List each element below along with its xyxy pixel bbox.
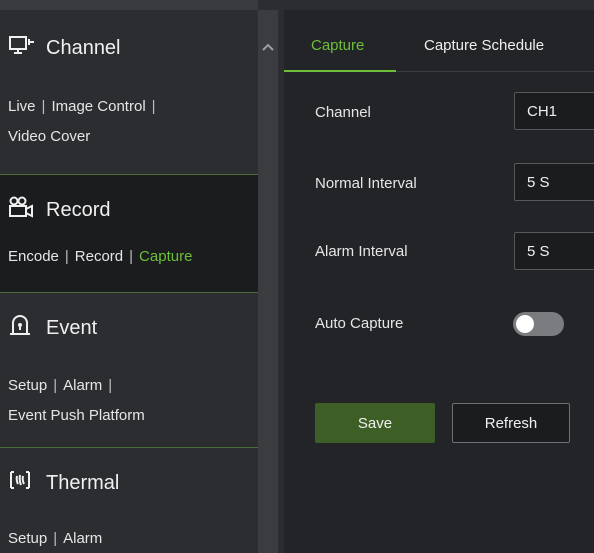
channel-links: Live | Image Control | Video Cover bbox=[8, 98, 156, 145]
link-setup[interactable]: Setup bbox=[8, 377, 47, 394]
auto-capture-label: Auto Capture bbox=[315, 315, 404, 332]
refresh-button[interactable]: Refresh bbox=[452, 403, 570, 443]
alarm-interval-select[interactable]: 5 S bbox=[514, 232, 594, 270]
thermal-links: Setup | Alarm bbox=[8, 530, 103, 547]
save-button[interactable]: Save bbox=[315, 403, 435, 443]
main-panel: Capture Capture Schedule Channel CH1 Nor… bbox=[284, 10, 594, 553]
link-capture[interactable]: Capture bbox=[139, 248, 192, 265]
tab-capture[interactable]: Capture bbox=[311, 37, 364, 54]
normal-interval-select[interactable]: 5 S bbox=[514, 163, 594, 201]
auto-capture-toggle[interactable] bbox=[513, 312, 564, 336]
sidebar: Channel Live | Image Control | Video Cover … bbox=[0, 0, 258, 553]
sidebar-header-channel[interactable]: Channel bbox=[8, 34, 121, 62]
sidebar-header-event[interactable]: Event bbox=[8, 313, 97, 343]
sidebar-title: Event bbox=[46, 316, 98, 339]
sidebar-section-thermal: Thermal Setup | Alarm bbox=[0, 448, 258, 553]
link-event-push-platform[interactable]: Event Push Platform bbox=[8, 407, 145, 424]
link-record[interactable]: Record bbox=[75, 248, 123, 265]
chevron-up-icon[interactable] bbox=[260, 40, 276, 54]
link-live[interactable]: Live bbox=[8, 98, 36, 115]
tab-bar: Capture Capture Schedule bbox=[284, 10, 594, 72]
link-video-cover[interactable]: Video Cover bbox=[8, 128, 90, 145]
monitor-icon bbox=[8, 34, 46, 62]
sidebar-section-event: Event Setup | Alarm | Event Push Platform bbox=[0, 293, 258, 448]
link-encode[interactable]: Encode bbox=[8, 248, 59, 265]
toggle-knob bbox=[516, 315, 534, 333]
sidebar-title: Record bbox=[46, 198, 111, 221]
sidebar-title: Channel bbox=[46, 36, 121, 59]
link-image-control[interactable]: Image Control bbox=[51, 98, 145, 115]
tab-capture-schedule[interactable]: Capture Schedule bbox=[424, 37, 544, 54]
link-alarm[interactable]: Alarm bbox=[63, 377, 102, 394]
sidebar-title: Thermal bbox=[46, 471, 120, 494]
active-tab-indicator bbox=[284, 70, 396, 72]
link-setup[interactable]: Setup bbox=[8, 530, 47, 547]
camera-icon bbox=[8, 195, 46, 225]
normal-interval-label: Normal Interval bbox=[315, 175, 417, 192]
link-alarm[interactable]: Alarm bbox=[63, 530, 102, 547]
channel-label: Channel bbox=[315, 104, 371, 121]
event-links: Setup | Alarm | Event Push Platform bbox=[8, 377, 145, 424]
alarm-interval-label: Alarm Interval bbox=[315, 243, 408, 260]
sidebar-header-thermal[interactable]: Thermal bbox=[8, 468, 119, 498]
sidebar-header-record[interactable]: Record bbox=[8, 195, 110, 225]
sidebar-scrollbar[interactable] bbox=[258, 10, 278, 553]
sidebar-section-record: Record Encode | Record | Capture bbox=[0, 175, 258, 293]
thermal-icon bbox=[8, 468, 46, 498]
alarm-light-icon bbox=[8, 313, 46, 343]
channel-select[interactable]: CH1 bbox=[514, 92, 594, 130]
sidebar-section-channel: Channel Live | Image Control | Video Cover bbox=[0, 10, 258, 175]
record-links: Encode | Record | Capture bbox=[8, 248, 193, 265]
